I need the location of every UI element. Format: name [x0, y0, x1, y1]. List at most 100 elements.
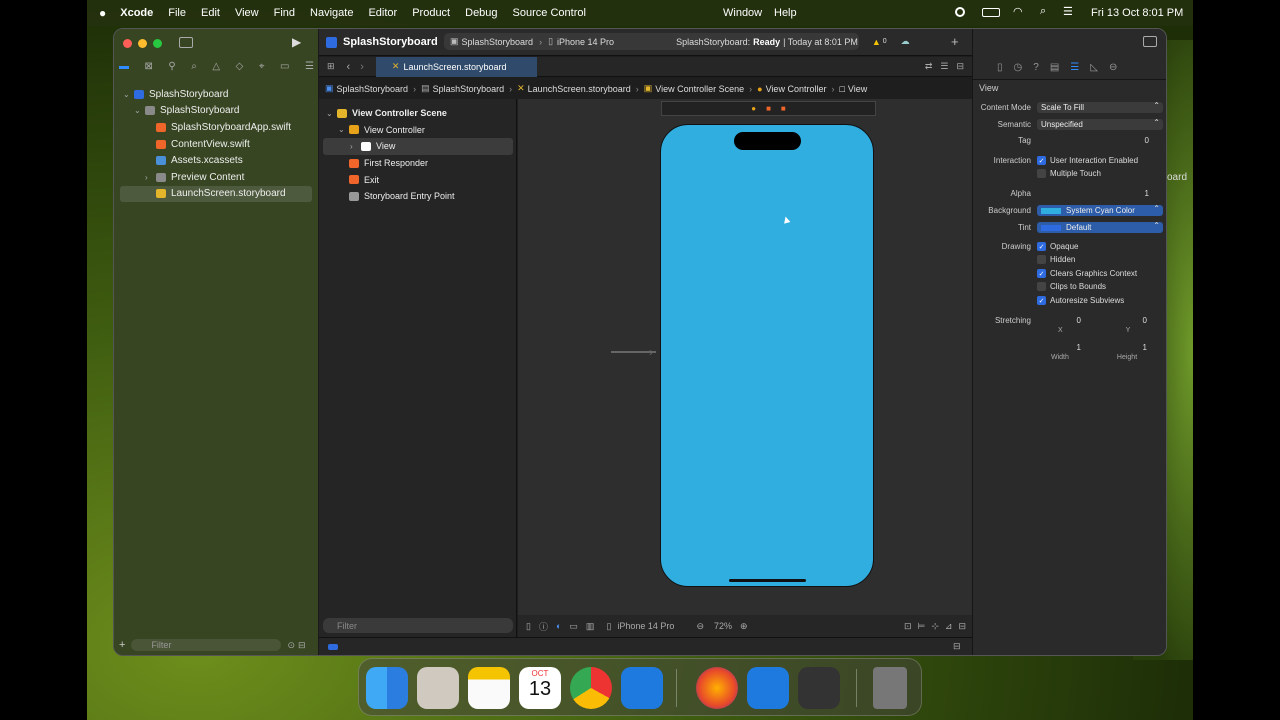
debug-right-toggle-icon[interactable]: ⊟ — [953, 641, 961, 652]
history-inspector-icon[interactable]: ◷ — [1014, 62, 1023, 73]
disclosure-icon[interactable]: ⌄ — [134, 106, 145, 115]
navigator-item[interactable]: LaunchScreen.storyboard — [120, 185, 312, 203]
outline-item[interactable]: First Responder — [323, 155, 513, 172]
align-icon[interactable]: ⊨ — [918, 621, 926, 632]
quicktime-icon[interactable] — [798, 667, 840, 709]
zoom-in-icon[interactable]: ⊕ — [740, 621, 748, 632]
minimize-window-button[interactable] — [138, 39, 147, 48]
finder-icon[interactable] — [366, 667, 408, 709]
navigator-item[interactable]: › Preview Content — [120, 169, 312, 186]
notes-icon[interactable] — [468, 667, 510, 709]
navigator-item[interactable]: ⌄ SplashStoryboard — [120, 103, 312, 120]
stretching-width-field[interactable]: 1 — [973, 343, 1089, 352]
pin-icon[interactable]: ⊹ — [931, 621, 939, 632]
trash-icon[interactable] — [873, 667, 907, 709]
project-navigator-tab-icon[interactable]: ▬ — [119, 61, 129, 72]
layout-icon[interactable]: ▥ — [586, 621, 595, 632]
size-inspector-icon[interactable]: ◺ — [1090, 62, 1098, 73]
opaque-checkbox[interactable]: ✓ — [1037, 242, 1046, 251]
file-inspector-icon[interactable]: ▯ — [997, 62, 1003, 73]
xcode-icon[interactable] — [621, 667, 663, 709]
identity-inspector-icon[interactable]: ▤ — [1050, 62, 1059, 73]
outline-item[interactable]: ⌄ View Controller — [323, 122, 513, 139]
multiple-touch-checkbox[interactable] — [1037, 169, 1046, 178]
menu-source-control[interactable]: Source Control — [513, 7, 586, 19]
resolve-icon[interactable]: ⊿ — [945, 621, 953, 632]
navigator-filter-input[interactable]: Filter — [131, 639, 282, 651]
navigator-item[interactable]: Assets.xcassets — [120, 152, 312, 169]
inspector-toggle-icon[interactable] — [1143, 36, 1157, 47]
cloud-icon[interactable]: ☁ — [901, 36, 910, 47]
menu-navigate[interactable]: Navigate — [310, 7, 353, 19]
disclosure-icon[interactable]: › — [145, 173, 156, 182]
content-mode-popup[interactable]: Scale To Fill — [1037, 101, 1163, 113]
sidebar-toggle-icon[interactable] — [179, 37, 193, 48]
tab-launchscreen[interactable]: ✕ LaunchScreen.storyboard — [375, 56, 537, 77]
embed-icon[interactable]: ⊟ — [958, 621, 966, 632]
editor-options-icon[interactable]: ☰ — [940, 61, 948, 72]
test-tab-icon[interactable]: ◇ — [236, 61, 244, 72]
autoresize-subviews-checkbox[interactable]: ✓ — [1037, 296, 1046, 305]
clips-to-bounds-checkbox[interactable] — [1037, 282, 1046, 291]
view-controller-view[interactable]: ▲ — [660, 124, 874, 587]
info-icon[interactable]: ⓘ — [539, 620, 548, 633]
refresh-icon[interactable]: ⇄ — [925, 61, 933, 72]
disclosure-icon[interactable]: ⌄ — [326, 109, 337, 118]
zoom-level[interactable]: 72% — [714, 621, 732, 631]
view-controller-dock-icon[interactable]: ● — [751, 104, 756, 113]
storyboard-canvas[interactable]: ● ■ ■ › ▲ — [518, 99, 972, 615]
wifi-icon[interactable]: ◠ — [1013, 5, 1023, 18]
orientation-icon[interactable]: ▭ — [569, 621, 578, 632]
breadcrumb-item[interactable]: SplashStoryboard — [433, 84, 505, 94]
tag-field[interactable]: 0 — [1037, 136, 1163, 145]
update-frames-icon[interactable]: ⊡ — [904, 621, 912, 632]
launchpad-icon[interactable] — [417, 667, 459, 709]
outline-item[interactable]: › View — [323, 138, 513, 155]
breadcrumb-item[interactable]: View Controller — [766, 84, 827, 94]
add-icon[interactable]: + — [119, 639, 125, 651]
apple-menu-icon[interactable]: ● — [99, 6, 106, 20]
filter-options-icon[interactable]: ⊟ — [298, 640, 306, 651]
calendar-icon[interactable]: OCT 13 — [519, 667, 561, 709]
menu-file[interactable]: File — [168, 7, 186, 19]
control-center-icon[interactable]: ☰ — [1063, 5, 1073, 18]
debug-tab-icon[interactable]: ⌖ — [259, 61, 265, 72]
grid-icon[interactable]: ⊞ — [327, 61, 335, 72]
run-button[interactable]: ▶ — [292, 35, 301, 49]
debug-area-toggle-icon[interactable] — [328, 644, 338, 650]
background-popup[interactable]: System Cyan Color — [1037, 204, 1163, 216]
appearance-icon[interactable]: ◐ — [556, 621, 561, 631]
xcode-running-icon[interactable] — [747, 667, 789, 709]
navigator-item[interactable]: ⌄ SplashStoryboard — [120, 86, 312, 103]
zoom-out-icon[interactable]: ⊖ — [696, 621, 704, 632]
scheme-selector[interactable]: SplashStoryboard — [462, 37, 534, 47]
menu-editor[interactable]: Editor — [368, 7, 397, 19]
first-responder-dock-icon[interactable]: ■ — [766, 104, 771, 113]
app-menu[interactable]: Xcode — [120, 7, 153, 19]
menu-edit[interactable]: Edit — [201, 7, 220, 19]
semantic-popup[interactable]: Unspecified — [1037, 118, 1163, 130]
hidden-checkbox[interactable] — [1037, 255, 1046, 264]
breadcrumb-item[interactable]: View Controller Scene — [655, 84, 744, 94]
exit-dock-icon[interactable]: ■ — [781, 104, 786, 113]
connections-inspector-icon[interactable]: ⊖ — [1109, 62, 1117, 73]
attributes-inspector-icon[interactable]: ☰ — [1070, 62, 1079, 73]
symbol-tab-icon[interactable]: ⚲ — [168, 61, 175, 72]
warning-icon[interactable]: ▲ — [872, 37, 881, 47]
disclosure-icon[interactable]: ⌄ — [338, 125, 349, 134]
stretching-y-field[interactable]: 0 — [1089, 316, 1151, 325]
alpha-field[interactable]: 1 — [1037, 189, 1163, 198]
breadcrumb-item[interactable]: LaunchScreen.storyboard — [528, 84, 631, 94]
issue-tab-icon[interactable]: △ — [212, 61, 220, 72]
record-icon[interactable] — [955, 7, 965, 17]
find-tab-icon[interactable]: ⌕ — [191, 61, 197, 72]
menu-debug[interactable]: Debug — [465, 7, 497, 19]
chrome-icon[interactable] — [570, 667, 612, 709]
outline-filter-input[interactable]: Filter — [323, 618, 513, 633]
menu-find[interactable]: Find — [274, 7, 295, 19]
zoom-window-button[interactable] — [153, 39, 162, 48]
breakpoint-tab-icon[interactable]: ▭ — [280, 61, 289, 72]
back-button[interactable]: ‹ — [347, 61, 351, 73]
tint-popup[interactable]: Default — [1037, 221, 1163, 233]
search-icon[interactable]: ⌕ — [1040, 5, 1046, 18]
